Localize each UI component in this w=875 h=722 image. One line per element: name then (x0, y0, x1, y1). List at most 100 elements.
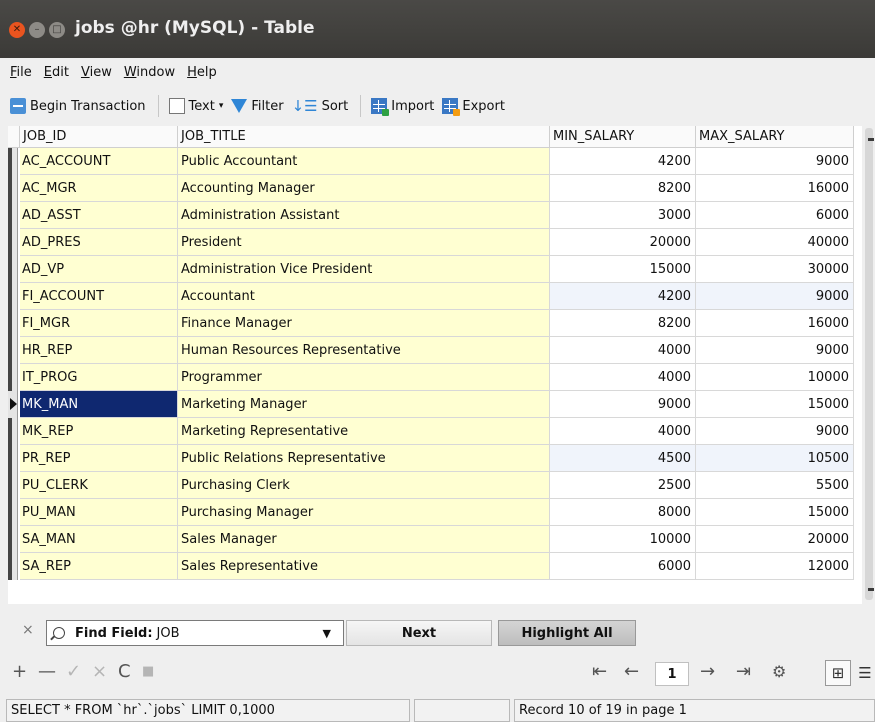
header-max-salary[interactable]: MAX_SALARY (696, 126, 854, 148)
cell-job-id[interactable]: AC_MGR (20, 175, 178, 202)
cell-max-salary[interactable]: 10000 (696, 364, 854, 391)
cell-max-salary[interactable]: 40000 (696, 229, 854, 256)
cell-job-title[interactable]: Public Relations Representative (178, 445, 550, 472)
cell-max-salary[interactable]: 12000 (696, 553, 854, 580)
header-job-title[interactable]: JOB_TITLE (178, 126, 550, 148)
row-header[interactable] (8, 202, 18, 229)
header-min-salary[interactable]: MIN_SALARY (550, 126, 696, 148)
refresh-icon[interactable]: C (118, 663, 131, 681)
cell-min-salary[interactable]: 8000 (550, 499, 696, 526)
cell-job-id[interactable]: PR_REP (20, 445, 178, 472)
cell-job-title[interactable]: Sales Manager (178, 526, 550, 553)
cell-job-id[interactable]: PU_CLERK (20, 472, 178, 499)
cell-max-salary[interactable]: 9000 (696, 283, 854, 310)
cell-job-id[interactable]: SA_MAN (20, 526, 178, 553)
cell-min-salary[interactable]: 10000 (550, 526, 696, 553)
menu-file[interactable]: File (10, 65, 32, 80)
cell-min-salary[interactable]: 8200 (550, 310, 696, 337)
find-next-button[interactable]: Next (346, 620, 492, 646)
cell-job-id[interactable]: AC_ACCOUNT (20, 148, 178, 175)
cell-job-id[interactable]: AD_PRES (20, 229, 178, 256)
next-page-icon[interactable]: → (700, 663, 715, 681)
cell-job-title[interactable]: Purchasing Manager (178, 499, 550, 526)
header-job-id[interactable]: JOB_ID (20, 126, 178, 148)
row-header[interactable] (8, 526, 18, 553)
page-number-input[interactable]: 1 (655, 662, 689, 686)
cell-min-salary[interactable]: 2500 (550, 472, 696, 499)
cell-job-title[interactable]: Marketing Manager (178, 391, 550, 418)
row-header[interactable] (8, 283, 18, 310)
cell-min-salary[interactable]: 4200 (550, 283, 696, 310)
cell-min-salary[interactable]: 4000 (550, 337, 696, 364)
cell-job-id[interactable]: AD_ASST (20, 202, 178, 229)
row-header[interactable] (8, 148, 18, 175)
cell-max-salary[interactable]: 15000 (696, 499, 854, 526)
row-header[interactable] (8, 553, 18, 580)
cell-job-id[interactable]: IT_PROG (20, 364, 178, 391)
cell-max-salary[interactable]: 9000 (696, 418, 854, 445)
cell-job-id[interactable]: FI_ACCOUNT (20, 283, 178, 310)
cell-job-title[interactable]: Administration Vice President (178, 256, 550, 283)
grid-view-icon[interactable]: ⊞ (825, 660, 851, 686)
gear-icon[interactable]: ⚙ (772, 663, 786, 681)
cell-min-salary[interactable]: 9000 (550, 391, 696, 418)
row-header[interactable] (8, 256, 18, 283)
cell-max-salary[interactable]: 10500 (696, 445, 854, 472)
cell-min-salary[interactable]: 4000 (550, 418, 696, 445)
row-header[interactable] (8, 391, 18, 418)
cell-min-salary[interactable]: 15000 (550, 256, 696, 283)
row-header[interactable] (8, 310, 18, 337)
filter-button[interactable]: Filter (231, 93, 284, 119)
cell-job-id[interactable]: FI_MGR (20, 310, 178, 337)
begin-transaction-button[interactable]: Begin Transaction (10, 93, 146, 119)
apply-changes-icon[interactable]: ✓ (66, 663, 81, 681)
cell-job-id[interactable]: SA_REP (20, 553, 178, 580)
cell-job-title[interactable]: Public Accountant (178, 148, 550, 175)
minimize-window-button[interactable]: – (29, 22, 45, 38)
cell-job-id[interactable]: MK_REP (20, 418, 178, 445)
cell-job-id[interactable]: HR_REP (20, 337, 178, 364)
sort-button[interactable]: ↓☰ Sort (292, 93, 349, 119)
cell-max-salary[interactable]: 20000 (696, 526, 854, 553)
highlight-all-button[interactable]: Highlight All (498, 620, 636, 646)
cell-min-salary[interactable]: 4000 (550, 364, 696, 391)
cell-max-salary[interactable]: 9000 (696, 337, 854, 364)
menu-edit[interactable]: Edit (44, 65, 69, 80)
cell-max-salary[interactable]: 16000 (696, 175, 854, 202)
close-window-button[interactable]: ✕ (9, 22, 25, 38)
cell-job-id[interactable]: MK_MAN (20, 391, 178, 418)
scrollbar-thumb[interactable] (865, 128, 873, 600)
export-button[interactable]: Export (442, 93, 505, 119)
cell-min-salary[interactable]: 6000 (550, 553, 696, 580)
menu-view[interactable]: View (81, 65, 112, 80)
form-view-icon[interactable]: ☰ (855, 660, 875, 686)
delete-record-icon[interactable]: — (38, 663, 56, 681)
last-page-icon[interactable]: ⇥ (736, 663, 751, 681)
row-header[interactable] (8, 499, 18, 526)
text-button[interactable]: Text ▾ (168, 93, 223, 119)
find-field-value[interactable]: JOB (157, 626, 180, 641)
menu-help[interactable]: Help (187, 65, 217, 80)
vertical-scrollbar[interactable] (862, 126, 875, 604)
cell-job-title[interactable]: Finance Manager (178, 310, 550, 337)
cell-max-salary[interactable]: 6000 (696, 202, 854, 229)
data-grid[interactable]: JOB_ID JOB_TITLE MIN_SALARY MAX_SALARY AC_AC… (8, 126, 870, 604)
cell-min-salary[interactable]: 4200 (550, 148, 696, 175)
add-record-icon[interactable]: + (12, 663, 27, 681)
cell-max-salary[interactable]: 16000 (696, 310, 854, 337)
cell-min-salary[interactable]: 3000 (550, 202, 696, 229)
previous-page-icon[interactable]: ← (624, 663, 639, 681)
cell-min-salary[interactable]: 4500 (550, 445, 696, 472)
row-header[interactable] (8, 364, 18, 391)
discard-changes-icon[interactable]: × (92, 663, 107, 681)
cell-max-salary[interactable]: 30000 (696, 256, 854, 283)
first-page-icon[interactable]: ⇤ (592, 663, 607, 681)
row-header[interactable] (8, 229, 18, 256)
cell-job-id[interactable]: AD_VP (20, 256, 178, 283)
cell-job-title[interactable]: Programmer (178, 364, 550, 391)
import-button[interactable]: Import (371, 93, 434, 119)
cell-min-salary[interactable]: 20000 (550, 229, 696, 256)
row-header[interactable] (8, 445, 18, 472)
cell-job-id[interactable]: PU_MAN (20, 499, 178, 526)
row-header[interactable] (8, 337, 18, 364)
